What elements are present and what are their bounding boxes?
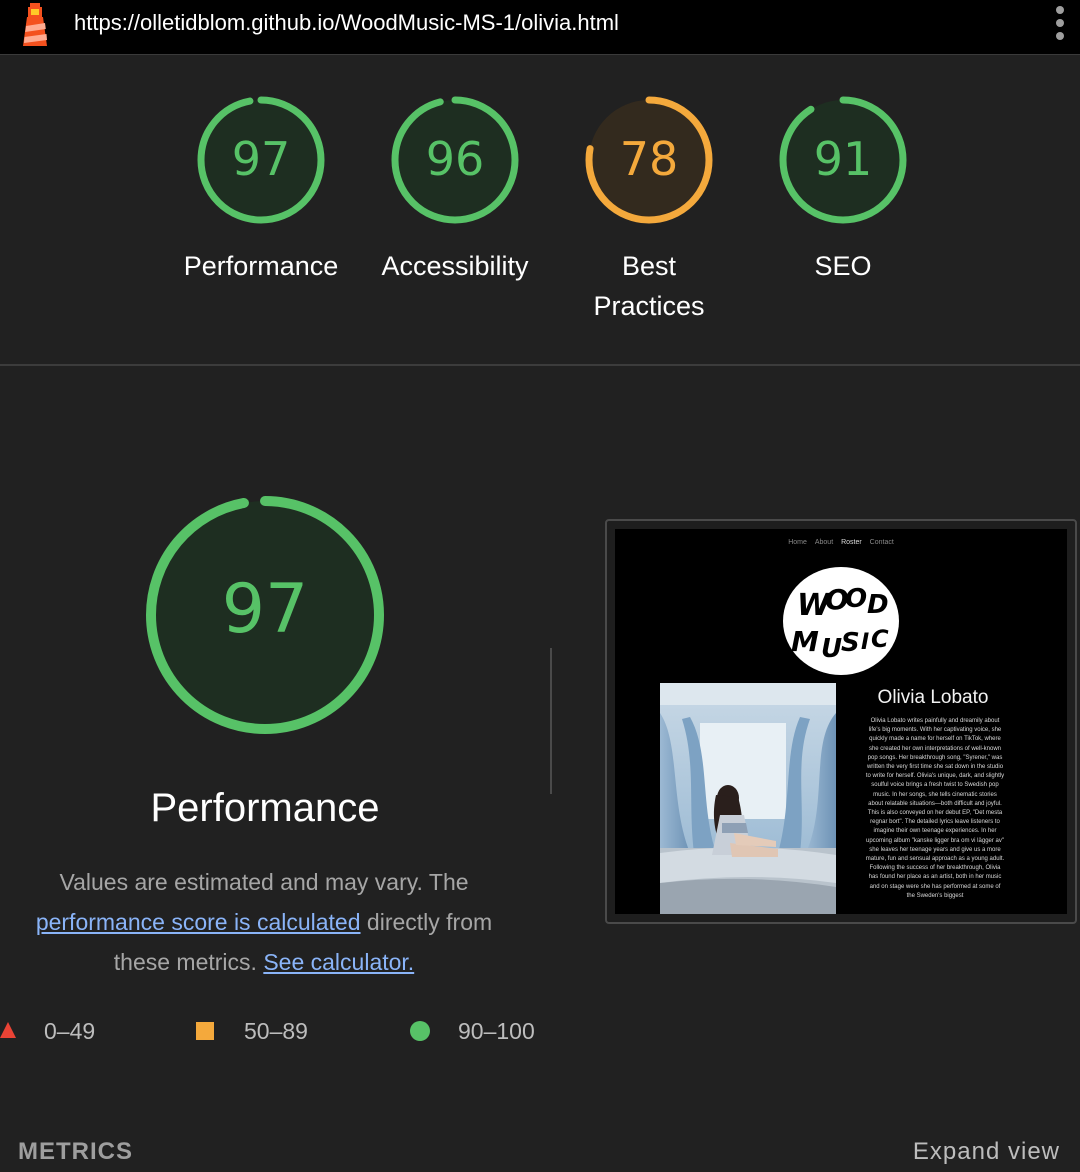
- performance-description: Values are estimated and may vary. The p…: [14, 862, 514, 982]
- gauge-performance[interactable]: 97 Performance: [171, 94, 351, 286]
- lighthouse-icon: [23, 3, 47, 46]
- score-value: 91: [813, 132, 873, 186]
- legend-range: 50–89: [244, 1018, 308, 1044]
- expand-view-button[interactable]: Expand view: [913, 1138, 1060, 1166]
- score-calculated-link[interactable]: performance score is calculated: [36, 909, 361, 935]
- page-url: https://olletidblom.github.io/WoodMusic-…: [74, 10, 619, 35]
- nav-about: About: [814, 539, 834, 546]
- url-bar: https://olletidblom.github.io/WoodMusic-…: [0, 0, 1080, 55]
- performance-score: 97: [221, 570, 309, 649]
- legend-range: 90–100: [458, 1018, 535, 1044]
- square-icon: [196, 1022, 214, 1040]
- see-calculator-link[interactable]: See calculator.: [263, 949, 414, 975]
- gauge-accessibility[interactable]: 96 Accessibility: [365, 94, 545, 286]
- category-scores: 97 Performance 96 Accessibility 78 Best P…: [0, 54, 1080, 364]
- metrics-heading: METRICS: [18, 1138, 133, 1165]
- circle-icon: [410, 1021, 430, 1041]
- legend-range: 0–49: [44, 1018, 96, 1044]
- screenshot-content: Home About Roster Contact W O O D M U S …: [615, 529, 1067, 914]
- more-options-icon[interactable]: [1050, 6, 1070, 46]
- svg-text:S: S: [841, 628, 860, 658]
- vertical-divider: [550, 648, 552, 794]
- svg-text:D: D: [867, 590, 889, 620]
- score-label: Accessibility: [381, 251, 529, 281]
- preview-nav: Home About Roster Contact: [615, 539, 1067, 546]
- nav-home: Home: [788, 539, 807, 546]
- gauge-best-practices[interactable]: 78 Best Practices: [559, 94, 739, 326]
- section-divider: [0, 364, 1080, 366]
- svg-text:I: I: [861, 630, 869, 655]
- svg-text:M: M: [791, 625, 819, 658]
- wood-music-logo: W O O D M U S I C: [783, 567, 899, 675]
- artist-photo: [660, 683, 836, 914]
- triangle-icon: [0, 1022, 16, 1038]
- artist-bio: Olivia Lobato writes painfully and dream…: [865, 718, 1005, 899]
- score-label: Performance: [183, 251, 339, 281]
- description-text: Values are estimated and may vary. The: [59, 869, 469, 895]
- performance-title: Performance: [150, 786, 380, 830]
- score-value: 78: [619, 132, 679, 186]
- svg-text:C: C: [871, 625, 889, 653]
- gauge-seo[interactable]: 91 SEO: [753, 94, 933, 286]
- svg-text:O: O: [845, 584, 867, 614]
- score-value: 97: [231, 132, 291, 186]
- final-screenshot[interactable]: Home About Roster Contact W O O D M U S …: [605, 519, 1077, 924]
- artist-name: Olivia Lobato: [877, 687, 989, 708]
- score-label: Best Practices: [593, 251, 705, 321]
- nav-contact: Contact: [869, 539, 894, 546]
- score-label: SEO: [814, 251, 872, 281]
- svg-text:U: U: [821, 634, 842, 664]
- nav-roster: Roster: [841, 539, 862, 546]
- score-value: 96: [425, 132, 485, 186]
